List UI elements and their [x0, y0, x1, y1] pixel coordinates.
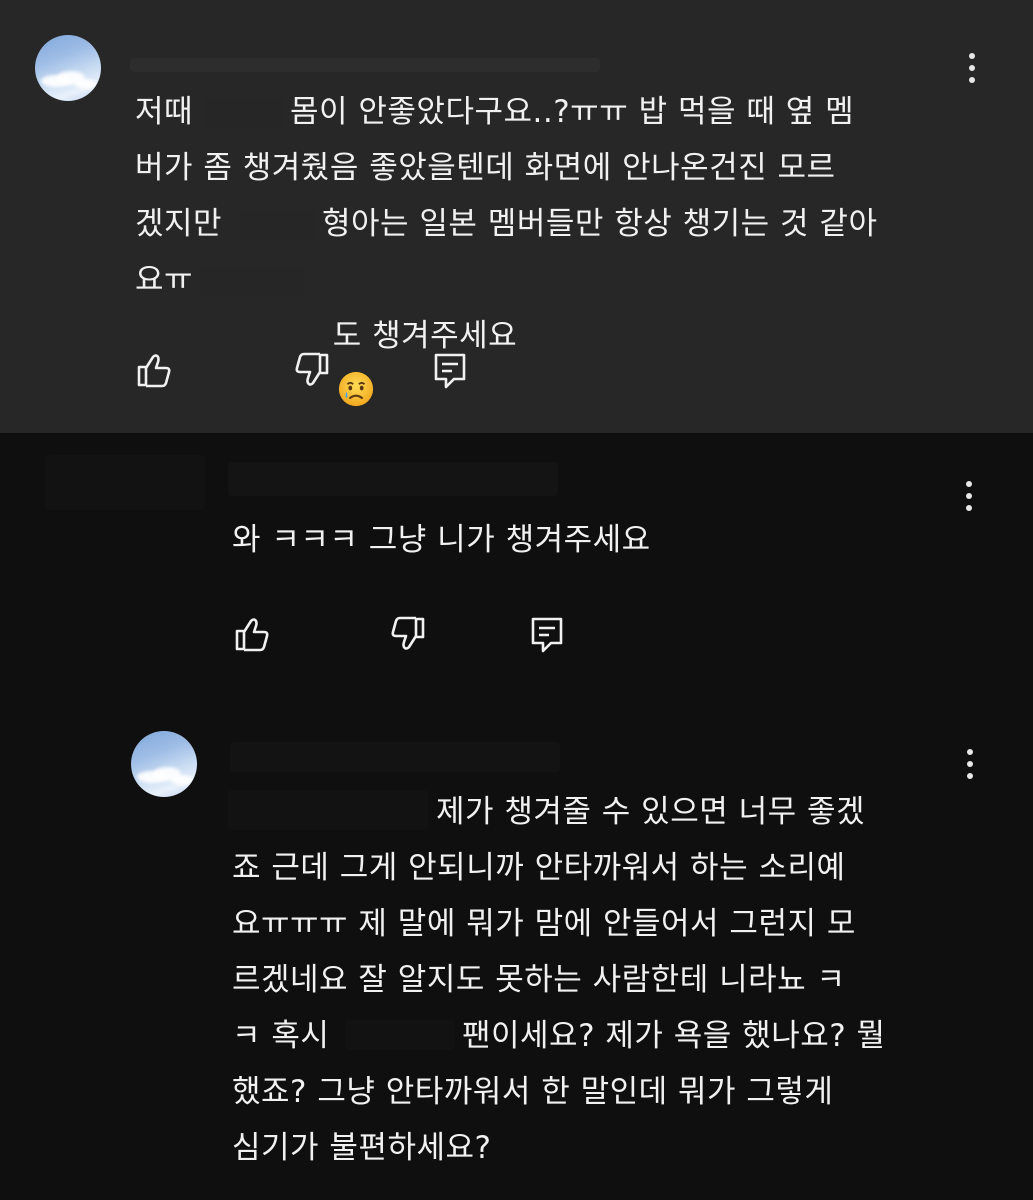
reply-icon — [531, 617, 563, 653]
reply-icon — [434, 353, 466, 389]
dislike-icon — [391, 616, 425, 650]
redacted-mention — [228, 790, 428, 830]
comment-text-line-1a: 저때 — [135, 94, 194, 130]
reply-2-text-line-6: 했죠? 그냥 안타까워서 한 말인데 뭐가 그렇게 — [232, 1074, 834, 1110]
redacted-name — [200, 266, 305, 296]
more-options-icon[interactable] — [955, 744, 985, 784]
comment-text-line-3b: 형아는 일본 멤버들만 항상 챙기는 것 같아 — [322, 206, 878, 242]
redacted-name — [345, 1020, 455, 1050]
reply-button[interactable] — [428, 348, 472, 392]
more-options-icon[interactable] — [957, 48, 987, 88]
redacted-name — [240, 210, 316, 240]
comment-text-line-4b-wrap: 도 챙겨주세요 — [312, 252, 517, 420]
redacted-username — [130, 58, 600, 72]
comment-text-line-2: 버가 좀 챙겨줬음 좋았을텐데 화면에 안나온건진 모르 — [135, 150, 836, 186]
commenter-avatar[interactable] — [131, 731, 197, 797]
dislike-button[interactable] — [289, 348, 333, 392]
redacted-username — [230, 742, 560, 772]
like-button[interactable] — [133, 348, 177, 392]
reply-2-text-line-5a: ㅋ 혹시 — [232, 1018, 330, 1054]
comment-text-line-4b: 도 챙겨주세요 — [332, 318, 518, 354]
like-icon — [235, 618, 269, 652]
reply-2-text-line-7: 심기가 불편하세요? — [232, 1130, 492, 1166]
comment-text-line-4a: 요ㅠ — [135, 262, 194, 298]
like-icon — [137, 354, 171, 388]
redacted-username — [228, 462, 558, 496]
comment-text-line-1b: 몸이 안좋았다구요..?ㅠㅠ 밥 먹을 때 옆 멤 — [290, 94, 855, 130]
reply-2-text-line-1: 제가 챙겨줄 수 있으면 너무 좋겠 — [436, 794, 866, 830]
reply-button[interactable] — [525, 612, 569, 656]
reply-2-text-line-2: 죠 근데 그게 안되니까 안타까워서 하는 소리예 — [232, 850, 846, 886]
redacted-name — [205, 98, 283, 128]
like-button[interactable] — [231, 612, 275, 656]
commenter-avatar[interactable] — [35, 35, 101, 101]
dislike-icon — [295, 352, 329, 386]
reply-2-text-line-3: 요ㅠㅠㅠ 제 말에 뭐가 맘에 안들어서 그런지 모 — [232, 906, 856, 942]
comment-text-line-3a: 겠지만 — [135, 206, 223, 242]
reply-1-text: 와 ㅋㅋㅋ 그냥 니가 챙겨주세요 — [232, 522, 651, 558]
more-options-icon[interactable] — [954, 476, 984, 516]
crying-face-icon — [338, 371, 373, 407]
redacted-avatar-and-name — [45, 455, 205, 510]
reply-2-text-line-4: 르겠네요 잘 알지도 못하는 사람한테 니라뇨 ㅋ — [232, 962, 846, 998]
reply-2-text-line-5b: 팬이세요? 제가 욕을 했나요? 뭘 — [462, 1018, 886, 1054]
dislike-button[interactable] — [385, 612, 429, 656]
